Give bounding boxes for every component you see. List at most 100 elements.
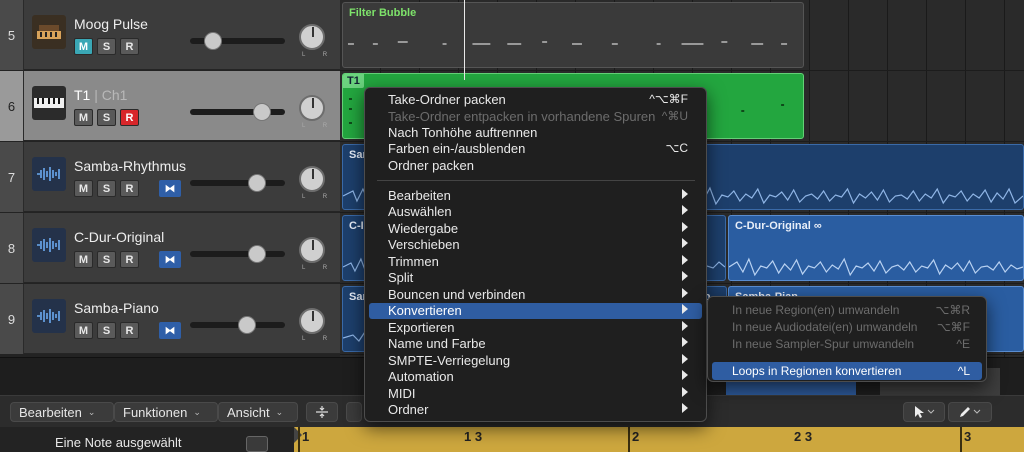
- pan-knob[interactable]: [299, 166, 325, 192]
- submenu-item-neue-sampler-spur[interactable]: In neue Sampler-Spur umwandeln ^E: [712, 335, 982, 353]
- menu-item-smpte-verriegelung[interactable]: SMPTE-Verriegelung: [369, 353, 702, 369]
- menu-item-ordner[interactable]: Ordner: [369, 402, 702, 418]
- loop-icon: ∞: [813, 220, 822, 232]
- audio-waveform-icon: [32, 299, 66, 333]
- midi-keyboard-icon: [32, 86, 66, 120]
- menu-item-midi[interactable]: MIDI: [369, 386, 702, 402]
- audio-waveform: [729, 257, 1023, 277]
- pan-lr-label: L R: [302, 123, 336, 129]
- solo-button[interactable]: S: [97, 180, 116, 197]
- track-header-5[interactable]: 5 Moog Pulse M S R L R: [0, 0, 340, 70]
- volume-slider-knob[interactable]: [204, 32, 222, 50]
- pan-knob[interactable]: [299, 308, 325, 334]
- pan-lr-label: L R: [302, 265, 336, 271]
- submenu-arrow-icon: [682, 288, 688, 298]
- menu-item-ordner-packen[interactable]: Ordner packen: [369, 158, 702, 174]
- pan-knob[interactable]: [299, 237, 325, 263]
- flex-icon: ⧓: [164, 254, 176, 266]
- track-name: Moog Pulse: [74, 16, 148, 32]
- solo-button[interactable]: S: [97, 109, 116, 126]
- ruler-mark: 3: [964, 429, 972, 444]
- region-context-menu: Take-Ordner packen ^⌥⌘F Take-Ordner entpa…: [364, 87, 707, 422]
- menu-item-take-ordner-entpacken[interactable]: Take-Ordner entpacken in vorhandene Spur…: [369, 109, 702, 125]
- pan-lr-label: L R: [302, 52, 336, 58]
- pan-lr-label: L R: [302, 194, 336, 200]
- editor-ruler[interactable]: 1 1 3 2 2 3 3: [294, 427, 1024, 452]
- midi-region-filter-bubble[interactable]: Filter Bubble: [342, 2, 804, 68]
- ruler-tick: [628, 427, 630, 452]
- track-headers: 5 Moog Pulse M S R L R 6 T1 | Ch1 M S R …: [0, 0, 340, 357]
- flex-icon: ⧓: [164, 325, 176, 337]
- functions-menu-button[interactable]: Funktionen ⌄: [114, 402, 218, 422]
- solo-button[interactable]: S: [97, 251, 116, 268]
- pan-knob[interactable]: [299, 95, 325, 121]
- menu-item-trimmen[interactable]: Trimmen: [369, 254, 702, 270]
- mute-button[interactable]: M: [74, 322, 93, 339]
- record-enable-button[interactable]: R: [120, 251, 139, 268]
- catch-icon[interactable]: [346, 402, 362, 422]
- menu-item-wiedergabe[interactable]: Wiedergabe: [369, 221, 702, 237]
- editor-inspector: Eine Note ausgewählt: [0, 427, 290, 452]
- volume-slider[interactable]: [190, 245, 285, 263]
- menu-item-verschieben[interactable]: Verschieben: [369, 237, 702, 253]
- pencil-tool-icon[interactable]: [948, 402, 992, 422]
- submenu-arrow-icon: [682, 238, 688, 248]
- menu-item-bearbeiten[interactable]: Bearbeiten: [369, 188, 702, 204]
- region-name: C-Dur-Original ∞: [735, 220, 822, 232]
- playhead[interactable]: [464, 0, 465, 80]
- mute-button[interactable]: M: [74, 251, 93, 268]
- volume-slider[interactable]: [190, 316, 285, 334]
- volume-slider-knob[interactable]: [248, 245, 266, 263]
- flex-mode-button[interactable]: ⧓: [159, 180, 181, 197]
- view-menu-button[interactable]: Ansicht ⌄: [218, 402, 298, 422]
- volume-slider-knob[interactable]: [238, 316, 256, 334]
- record-enable-button[interactable]: R: [120, 180, 139, 197]
- audio-waveform-icon: [32, 157, 66, 191]
- solo-button[interactable]: S: [97, 322, 116, 339]
- ruler-mark: 1 3: [464, 429, 483, 444]
- menu-item-bouncen-und-verbinden[interactable]: Bouncen und verbinden: [369, 287, 702, 303]
- record-enable-button[interactable]: R: [120, 38, 139, 55]
- track-header-7[interactable]: 7 Samba-Rhythmus M S R ⧓ L R: [0, 142, 340, 212]
- menu-item-exportieren[interactable]: Exportieren: [369, 320, 702, 336]
- volume-slider-knob[interactable]: [248, 174, 266, 192]
- track-header-8[interactable]: 8 C-Dur-Original M S R ⧓ L R: [0, 213, 340, 283]
- menu-item-name-und-farbe[interactable]: Name und Farbe: [369, 336, 702, 352]
- track-header-6[interactable]: 6 T1 | Ch1 M S R L R: [0, 71, 340, 141]
- volume-slider[interactable]: [190, 32, 285, 50]
- menu-item-take-ordner-packen[interactable]: Take-Ordner packen ^⌥⌘F: [369, 92, 702, 108]
- track-lane-5: Filter Bubble: [340, 0, 1024, 71]
- menu-item-farben-ein-ausblenden[interactable]: Farben ein-/ausblenden ⌥C: [369, 141, 702, 157]
- volume-slider[interactable]: [190, 174, 285, 192]
- menu-item-automation[interactable]: Automation: [369, 369, 702, 385]
- ruler-mark: 2: [632, 429, 640, 444]
- menu-item-konvertieren[interactable]: Konvertieren: [369, 303, 702, 319]
- pan-knob[interactable]: [299, 24, 325, 50]
- mute-button[interactable]: M: [74, 109, 93, 126]
- submenu-item-loops-in-regionen[interactable]: Loops in Regionen konvertieren ^L: [712, 362, 982, 380]
- solo-button[interactable]: S: [97, 38, 116, 55]
- edit-menu-button[interactable]: Bearbeiten ⌄: [10, 402, 114, 422]
- chevron-down-icon: ⌄: [87, 406, 96, 417]
- menu-item-split[interactable]: Split: [369, 270, 702, 286]
- volume-slider[interactable]: [190, 103, 285, 121]
- audio-region-c-dur-right[interactable]: C-Dur-Original ∞: [728, 215, 1024, 281]
- track-number: 5: [0, 0, 24, 70]
- submenu-item-neue-audiodateien[interactable]: In neue Audiodatei(en) umwandeln ⌥⌘F: [712, 318, 982, 336]
- inspector-toggle-icon[interactable]: [246, 436, 268, 452]
- volume-slider-knob[interactable]: [253, 103, 271, 121]
- record-enable-button[interactable]: R: [120, 322, 139, 339]
- flex-mode-button[interactable]: ⧓: [159, 251, 181, 268]
- pointer-tool-icon[interactable]: [903, 402, 945, 422]
- menu-item-auswaehlen[interactable]: Auswählen: [369, 204, 702, 220]
- mute-button[interactable]: M: [74, 180, 93, 197]
- submenu-item-neue-regionen[interactable]: In neue Region(en) umwandeln ⌥⌘R: [712, 301, 982, 319]
- collapse-icon[interactable]: [306, 402, 338, 422]
- pan-lr-label: L R: [302, 336, 336, 342]
- region-name: C-I: [349, 220, 364, 232]
- mute-button[interactable]: M: [74, 38, 93, 55]
- menu-item-nach-tonhoehe-auftrennen[interactable]: Nach Tonhöhe auftrennen: [369, 125, 702, 141]
- track-header-9[interactable]: 9 Samba-Piano M S R ⧓ L R: [0, 284, 340, 354]
- flex-mode-button[interactable]: ⧓: [159, 322, 181, 339]
- record-enable-button[interactable]: R: [120, 109, 139, 126]
